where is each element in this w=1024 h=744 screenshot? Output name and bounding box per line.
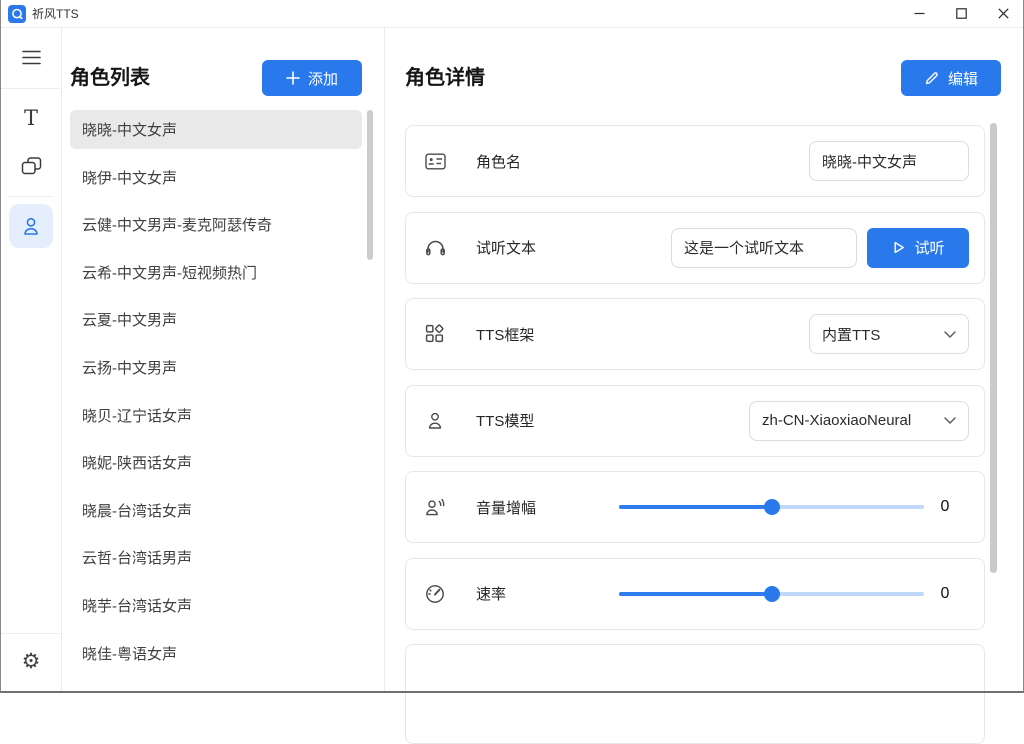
- hamburger-icon: [22, 50, 41, 65]
- detail-card-volume-gain: 音量增幅 0: [405, 471, 985, 543]
- titlebar: 祈风TTS: [0, 0, 1024, 28]
- sidebar-item-text[interactable]: T: [14, 101, 48, 135]
- sidebar-divider: [0, 88, 60, 89]
- role-list-title: 角色列表: [70, 64, 150, 92]
- role-item-label: 晓晓-中文女声: [82, 119, 177, 140]
- role-item-label: 晓晨-台湾话女声: [82, 500, 192, 521]
- sidebar-item-roles[interactable]: [9, 204, 53, 248]
- rate-value: 0: [934, 585, 956, 603]
- voice-icon: [424, 498, 446, 517]
- detail-card-partial: [405, 644, 985, 744]
- window-title: 祈风TTS: [32, 5, 79, 22]
- sidebar-item-chat[interactable]: [14, 149, 48, 183]
- role-item-label: 云哲-台湾话男声: [82, 547, 192, 568]
- role-list-item[interactable]: 云夏-中文男声: [70, 300, 362, 339]
- detail-card-tts-framework: TTS框架 内置TTS: [405, 298, 985, 370]
- text-tool-icon: T: [24, 108, 38, 129]
- role-item-label: 晓妮-陕西话女声: [82, 452, 192, 473]
- slider-fill: [619, 592, 772, 596]
- icon-sidebar: T ⚙: [0, 28, 62, 693]
- slider-thumb[interactable]: [764, 586, 780, 602]
- edit-button[interactable]: 编辑: [901, 60, 1001, 96]
- minimize-button[interactable]: [898, 0, 940, 27]
- frame-icon: [424, 324, 446, 344]
- pencil-icon: [924, 70, 940, 86]
- role-list-item[interactable]: 云健-中文男声-麦克阿瑟传奇: [70, 205, 362, 244]
- chat-icon: [20, 156, 43, 177]
- plus-icon: [286, 71, 300, 85]
- tts-framework-select[interactable]: 内置TTS: [809, 314, 969, 354]
- field-label: TTS框架: [476, 324, 534, 345]
- role-item-label: 晓芋-台湾话女声: [82, 595, 192, 616]
- person-icon: [21, 217, 41, 236]
- role-list-item[interactable]: 晓晨-台湾话女声: [70, 491, 362, 530]
- role-item-label: 云扬-中文男声: [82, 357, 177, 378]
- preview-text-input[interactable]: 这是一个试听文本: [671, 228, 857, 268]
- role-list-item[interactable]: 晓晓-中文女声: [70, 110, 362, 149]
- field-label: 音量增幅: [476, 497, 536, 518]
- detail-scrollbar[interactable]: [990, 123, 997, 573]
- id-card-icon: [424, 153, 446, 170]
- role-list-item[interactable]: 晓佳-粤语女声: [70, 634, 362, 673]
- field-label: 速率: [476, 583, 506, 604]
- rate-slider[interactable]: [619, 592, 924, 596]
- field-label: 试听文本: [476, 237, 536, 258]
- sidebar-divider: [0, 633, 60, 634]
- detail-card-role-name: 角色名 晓晓-中文女声: [405, 125, 985, 197]
- role-list-item[interactable]: 晓妮-陕西话女声: [70, 443, 362, 482]
- slider-fill: [619, 505, 772, 509]
- role-list-item[interactable]: 云希-中文男声-短视频热门: [70, 253, 362, 292]
- gauge-icon: [424, 584, 446, 604]
- volume-gain-value: 0: [934, 498, 956, 516]
- role-item-label: 云夏-中文男声: [82, 309, 177, 330]
- role-list-item[interactable]: 晓芋-台湾话女声: [70, 586, 362, 625]
- add-role-button[interactable]: 添加: [262, 60, 362, 96]
- field-label: 角色名: [476, 151, 521, 172]
- menu-button[interactable]: [14, 40, 48, 74]
- role-item-label: 晓贝-辽宁话女声: [82, 405, 192, 426]
- chevron-down-icon: [944, 331, 956, 338]
- field-label: TTS模型: [476, 410, 534, 431]
- sidebar-divider: [8, 196, 52, 197]
- sidebar-item-settings[interactable]: ⚙: [14, 644, 48, 678]
- role-detail-title: 角色详情: [405, 64, 485, 92]
- volume-gain-slider[interactable]: [619, 505, 924, 509]
- person-icon: [424, 412, 446, 430]
- role-item-label: 晓佳-粤语女声: [82, 643, 177, 664]
- listen-button[interactable]: 试听: [867, 228, 969, 268]
- maximize-button[interactable]: [940, 0, 982, 27]
- detail-card-tts-model: TTS模型 zh-CN-XiaoxiaoNeural: [405, 385, 985, 457]
- role-item-label: 晓伊-中文女声: [82, 167, 177, 188]
- role-list-item[interactable]: 云哲-台湾话男声: [70, 538, 362, 577]
- role-list-panel: 角色列表 添加 晓晓-中文女声 晓伊-中文女声 云健-中文男声-麦克阿瑟传奇 云…: [62, 28, 385, 693]
- role-name-input[interactable]: 晓晓-中文女声: [809, 141, 969, 181]
- gear-icon: ⚙: [22, 651, 41, 672]
- chevron-down-icon: [944, 417, 956, 424]
- role-item-label: 云健-中文男声-麦克阿瑟传奇: [82, 214, 272, 235]
- role-list: 晓晓-中文女声 晓伊-中文女声 云健-中文男声-麦克阿瑟传奇 云希-中文男声-短…: [70, 110, 362, 681]
- app-logo-icon: [8, 5, 26, 23]
- headphones-icon: [424, 238, 446, 257]
- play-icon: [891, 240, 906, 255]
- detail-card-preview-text: 试听文本 这是一个试听文本 试听: [405, 212, 985, 284]
- slider-thumb[interactable]: [764, 499, 780, 515]
- role-detail-panel: 角色详情 编辑 角色名 晓晓-中文女声: [386, 28, 1024, 693]
- detail-card-rate: 速率 0: [405, 558, 985, 630]
- tts-model-select[interactable]: zh-CN-XiaoxiaoNeural: [749, 401, 969, 441]
- role-list-item[interactable]: 晓贝-辽宁话女声: [70, 396, 362, 435]
- role-list-item[interactable]: 云扬-中文男声: [70, 348, 362, 387]
- role-list-scrollbar[interactable]: [367, 110, 373, 260]
- close-button[interactable]: [982, 0, 1024, 27]
- role-list-item[interactable]: 晓伊-中文女声: [70, 158, 362, 197]
- role-item-label: 云希-中文男声-短视频热门: [82, 262, 257, 283]
